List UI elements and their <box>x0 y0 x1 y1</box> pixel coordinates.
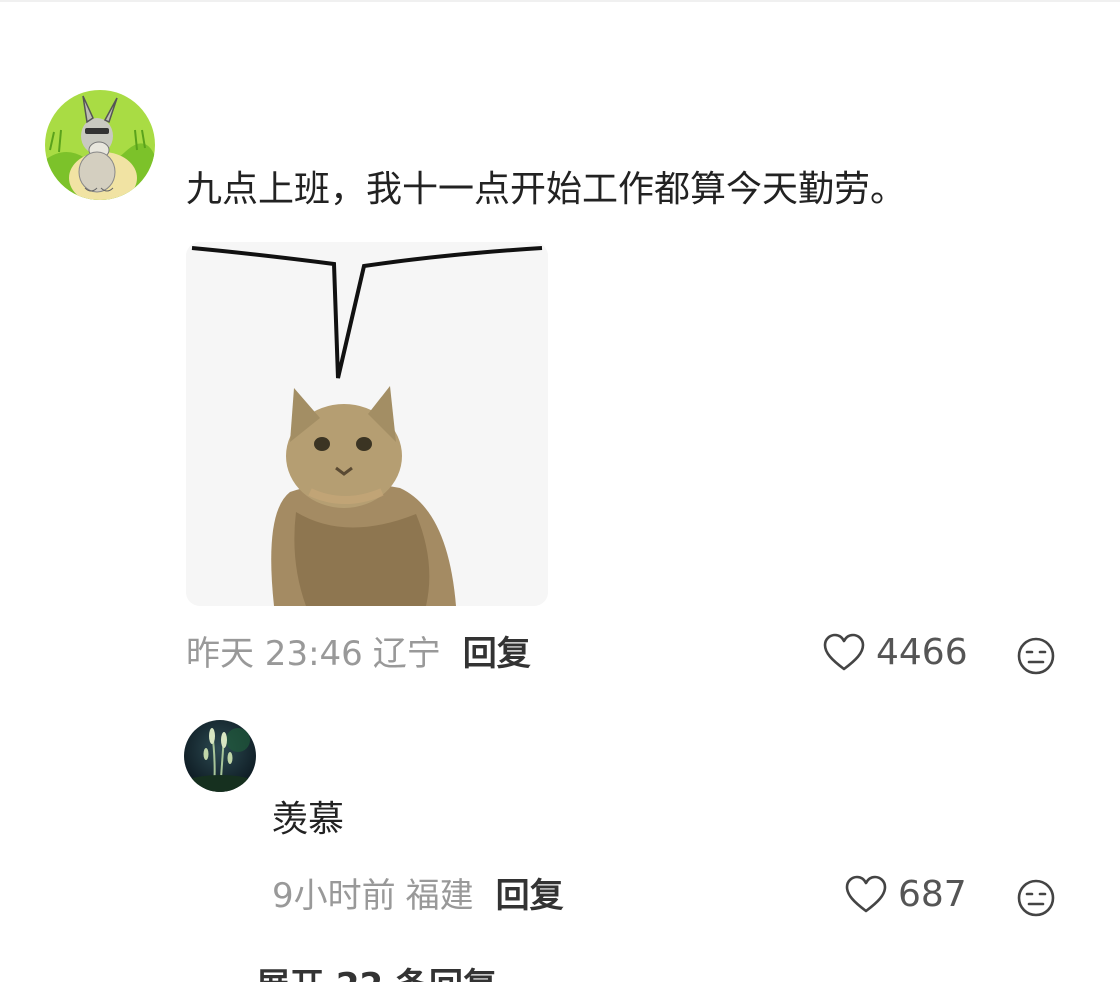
comment-location: 辽宁 <box>372 634 441 674</box>
reply-like-count: 687 <box>898 874 967 915</box>
expand-replies-button[interactable]: 展开 22 条回复 <box>256 966 497 982</box>
reply-meta: 9小时前 福建 回复 <box>272 876 564 916</box>
reply-location: 福建 <box>405 876 474 916</box>
reply-button[interactable]: 回复 <box>463 634 531 674</box>
heart-outline-icon <box>845 875 887 912</box>
neutral-face-icon <box>1017 637 1055 675</box>
comment-time: 昨天 23:46 <box>186 634 363 674</box>
comment-text: 九点上班，我十一点开始工作都算今天勤劳。 <box>186 169 907 210</box>
divider <box>0 0 1120 2</box>
like-button[interactable]: 4466 <box>822 632 968 673</box>
neutral-face-icon <box>1017 879 1055 917</box>
reply-like-button[interactable]: 687 <box>844 874 967 915</box>
reply-text: 羡慕 <box>272 799 345 840</box>
reply-reaction-button[interactable] <box>1016 878 1056 918</box>
replier-avatar[interactable] <box>184 720 256 792</box>
reply-reply-button[interactable]: 回复 <box>496 876 564 916</box>
comment-thread: 九点上班，我十一点开始工作都算今天勤劳。 昨天 23:46辽宁回复 4466 <box>0 0 1120 982</box>
comment-meta: 昨天 23:46 辽宁 回复 <box>186 634 531 674</box>
like-count: 4466 <box>876 632 968 673</box>
heart-outline-icon <box>823 633 865 670</box>
reply-time: 9小时前 <box>272 876 396 916</box>
commenter-avatar[interactable] <box>45 90 155 200</box>
cat-sticker-image[interactable] <box>186 242 548 606</box>
reaction-button[interactable] <box>1016 636 1056 676</box>
